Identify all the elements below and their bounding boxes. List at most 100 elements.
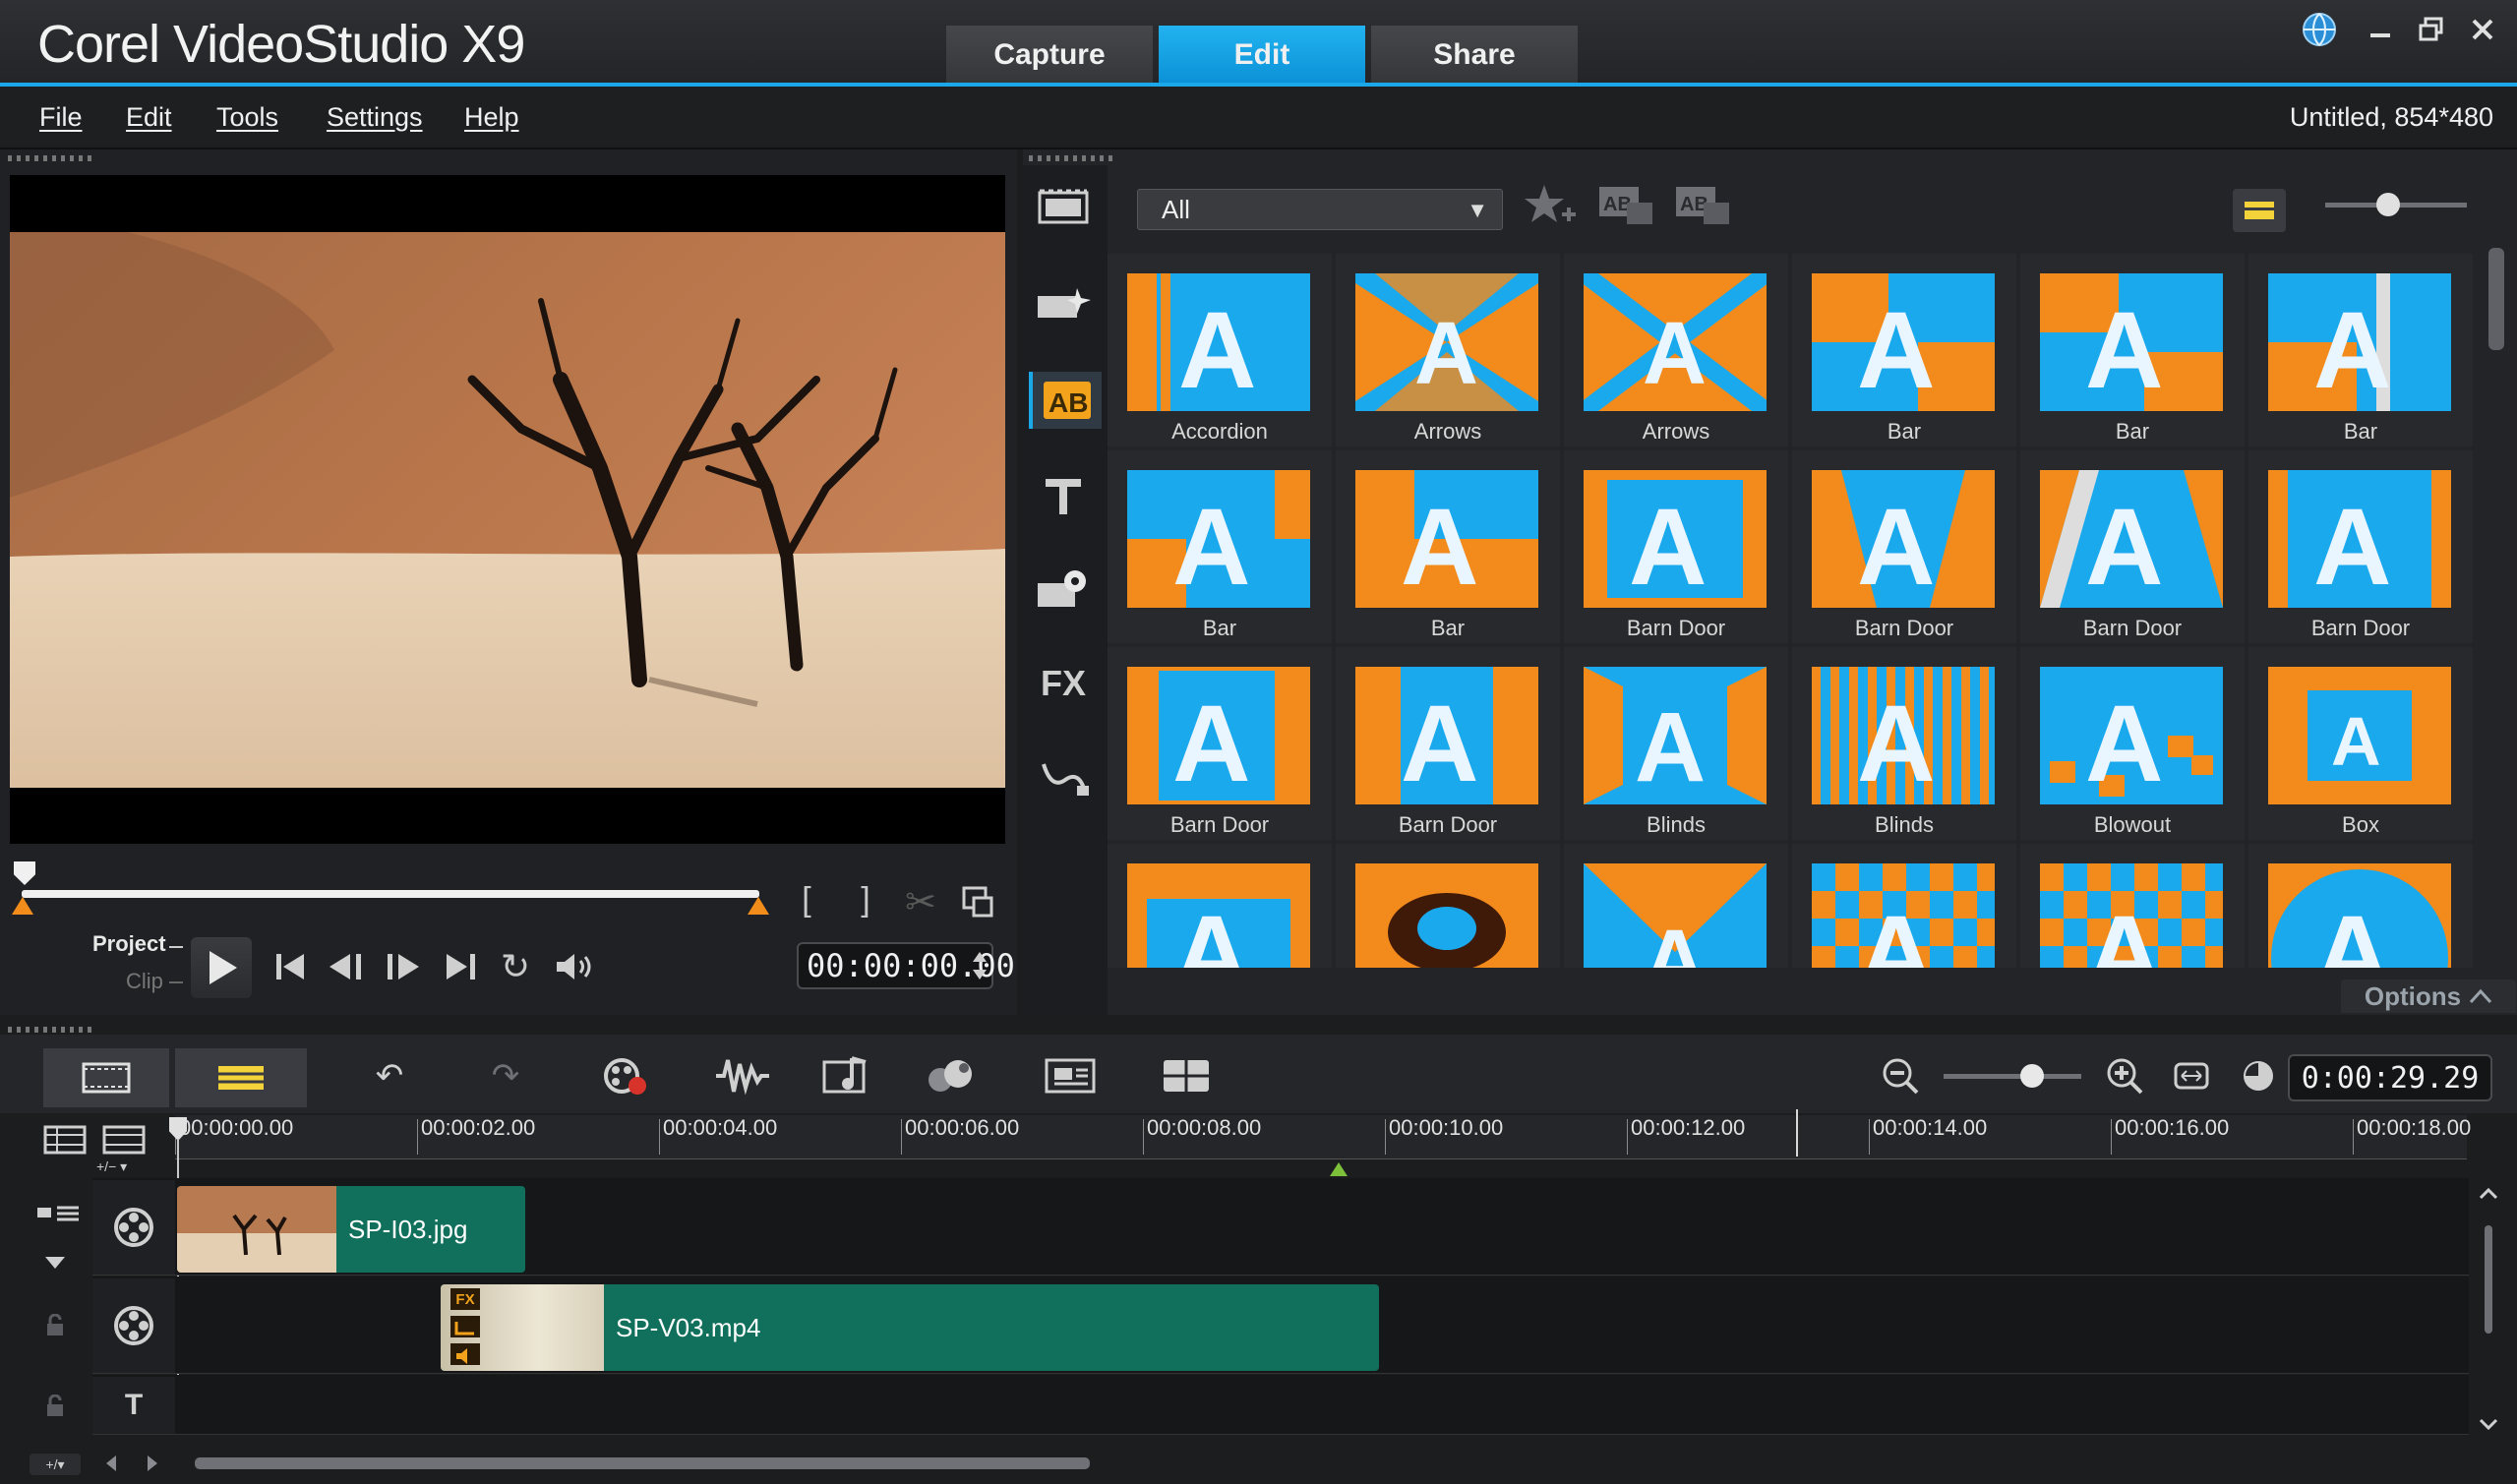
transition-thumbnail[interactable]: A Barn Door <box>2248 450 2473 643</box>
play-button[interactable] <box>191 937 252 998</box>
title-icon[interactable] <box>1029 468 1098 525</box>
tab-edit[interactable]: Edit <box>1159 26 1365 85</box>
transition-thumbnail[interactable]: A Barn Door <box>1564 450 1788 643</box>
transition-thumbnail[interactable]: A Barn Door <box>1336 647 1560 840</box>
storyboard-view-button[interactable] <box>43 1048 169 1107</box>
apply-random-transition-icon[interactable]: AB <box>1597 181 1658 236</box>
split-clip-icon[interactable]: ✂ <box>901 877 940 926</box>
clip-mode-label[interactable]: Clip <box>126 969 163 994</box>
add-remove-chapter-icon[interactable]: +/− ▾ <box>96 1158 165 1176</box>
scroll-right-icon[interactable] <box>142 1452 161 1475</box>
timeline-horizontal-scrollbar[interactable] <box>195 1457 1090 1469</box>
project-mode-label[interactable]: Project <box>92 931 166 957</box>
zoom-in-icon[interactable] <box>2089 1046 2160 1105</box>
multi-camera-editor-icon[interactable] <box>1151 1046 1222 1105</box>
transition-thumbnail[interactable]: A Bar <box>1108 450 1332 643</box>
transition-thumbnail[interactable]: A Bar <box>2248 254 2473 446</box>
scroll-left-icon[interactable] <box>102 1452 122 1475</box>
menu-tools[interactable]: Tools <box>216 102 278 133</box>
close-icon[interactable] <box>2463 10 2502 49</box>
cue-marker[interactable] <box>1330 1162 1348 1176</box>
go-to-end-icon[interactable] <box>439 942 482 991</box>
video-clip[interactable]: FX SP-V03.mp4 <box>441 1284 1379 1371</box>
undo-icon[interactable]: ↶ <box>354 1046 425 1105</box>
transition-thumbnail[interactable]: A <box>2020 844 2245 968</box>
enlarge-preview-icon[interactable] <box>956 877 999 926</box>
thumbnail-size-knob[interactable] <box>2376 193 2400 216</box>
project-duration-icon[interactable] <box>2223 1046 2294 1105</box>
preview-timecode[interactable]: 00:00:00.00 <box>797 942 1015 989</box>
transition-thumbnail[interactable]: A Blinds <box>1792 647 2016 840</box>
globe-icon[interactable] <box>2300 10 2339 49</box>
transition-thumbnail[interactable] <box>1336 844 1560 968</box>
transition-thumbnail[interactable]: A Box <box>2248 647 2473 840</box>
transition-thumbnail[interactable]: A Barn Door <box>1792 450 2016 643</box>
menu-file[interactable]: File <box>39 102 83 133</box>
track-expand-icon[interactable] <box>43 1255 67 1271</box>
tab-share[interactable]: Share <box>1371 26 1578 85</box>
filter-icon[interactable]: FX <box>1029 655 1098 712</box>
library-grip[interactable] <box>1029 155 1117 161</box>
motion-tracking-icon[interactable] <box>917 1046 988 1105</box>
video-track-header[interactable] <box>92 1180 175 1275</box>
ripple-editing-icon[interactable] <box>35 1202 83 1231</box>
menu-edit[interactable]: Edit <box>126 102 172 133</box>
transition-thumbnail[interactable]: A Arrows <box>1564 254 1788 446</box>
restore-icon[interactable] <box>2412 10 2451 49</box>
zoom-knob[interactable] <box>2020 1064 2044 1088</box>
options-button[interactable]: Options <box>2341 979 2516 1013</box>
transition-icon[interactable]: AB <box>1029 372 1102 429</box>
lock-icon[interactable] <box>45 1313 65 1337</box>
record-capture-icon[interactable] <box>590 1046 661 1105</box>
image-clip[interactable]: SP-I03.jpg <box>177 1186 525 1273</box>
transition-thumbnail[interactable]: A Barn Door <box>1108 647 1332 840</box>
graphics-icon[interactable] <box>1029 561 1098 618</box>
lock-icon[interactable] <box>45 1394 65 1418</box>
mark-out-icon[interactable]: ] <box>846 875 885 924</box>
library-filter-dropdown[interactable]: All ▼ <box>1137 189 1503 230</box>
mark-in-icon[interactable]: [ <box>787 875 826 924</box>
add-to-favorites-icon[interactable] <box>1523 181 1582 236</box>
transition-thumbnail[interactable]: A <box>2248 844 2473 968</box>
track-manager-icon[interactable] <box>43 1123 89 1157</box>
timeline-view-button[interactable] <box>175 1048 307 1107</box>
menu-help[interactable]: Help <box>464 102 519 133</box>
title-track-header[interactable]: T <box>92 1377 175 1434</box>
transition-thumbnail[interactable]: A Blowout <box>2020 647 2245 840</box>
overlay-track-header[interactable] <box>92 1278 175 1373</box>
go-to-start-icon[interactable] <box>270 942 313 991</box>
instant-project-icon[interactable] <box>1029 275 1098 332</box>
transition-thumbnail[interactable]: A Accordion <box>1108 254 1332 446</box>
add-track-icon[interactable]: +/▾ <box>30 1454 81 1475</box>
previous-frame-icon[interactable] <box>325 942 368 991</box>
media-icon[interactable] <box>1029 179 1098 236</box>
panel-grip[interactable] <box>8 155 96 161</box>
timeline-grip[interactable] <box>8 1027 96 1033</box>
minimize-icon[interactable] <box>2361 10 2400 49</box>
timecode-spinner[interactable] <box>970 946 989 985</box>
auto-music-icon[interactable] <box>812 1046 883 1105</box>
tab-capture[interactable]: Capture <box>946 26 1153 85</box>
redo-icon[interactable]: ↷ <box>470 1046 541 1105</box>
transition-thumbnail[interactable]: A Blinds <box>1564 647 1788 840</box>
zoom-slider[interactable] <box>1944 1074 2081 1079</box>
subtitle-editor-icon[interactable] <box>1035 1046 1106 1105</box>
volume-icon[interactable] <box>551 942 600 991</box>
apply-current-transition-icon[interactable]: AB <box>1674 181 1735 236</box>
scrubber-track[interactable] <box>22 890 759 898</box>
timeline-ruler[interactable]: 00:00:00.00 00:00:02.00 00:00:04.00 00:00:0… <box>175 1115 2471 1159</box>
path-icon[interactable] <box>1029 749 1098 806</box>
library-scrollbar[interactable] <box>2488 248 2504 350</box>
menu-settings[interactable]: Settings <box>327 102 423 133</box>
transition-thumbnail[interactable]: A Bar <box>1336 450 1560 643</box>
repeat-icon[interactable]: ↻ <box>494 942 537 991</box>
transition-thumbnail[interactable]: A Bar <box>2020 254 2245 446</box>
transition-thumbnail[interactable]: A <box>1792 844 2016 968</box>
transition-thumbnail[interactable]: A <box>1564 844 1788 968</box>
transition-thumbnail[interactable]: A <box>1108 844 1332 968</box>
trim-in-marker[interactable] <box>12 897 33 915</box>
zoom-out-icon[interactable] <box>1865 1046 1936 1105</box>
chapter-cue-icon[interactable] <box>102 1123 148 1157</box>
transition-thumbnail[interactable]: A Barn Door <box>2020 450 2245 643</box>
sound-mixer-icon[interactable] <box>706 1046 777 1105</box>
